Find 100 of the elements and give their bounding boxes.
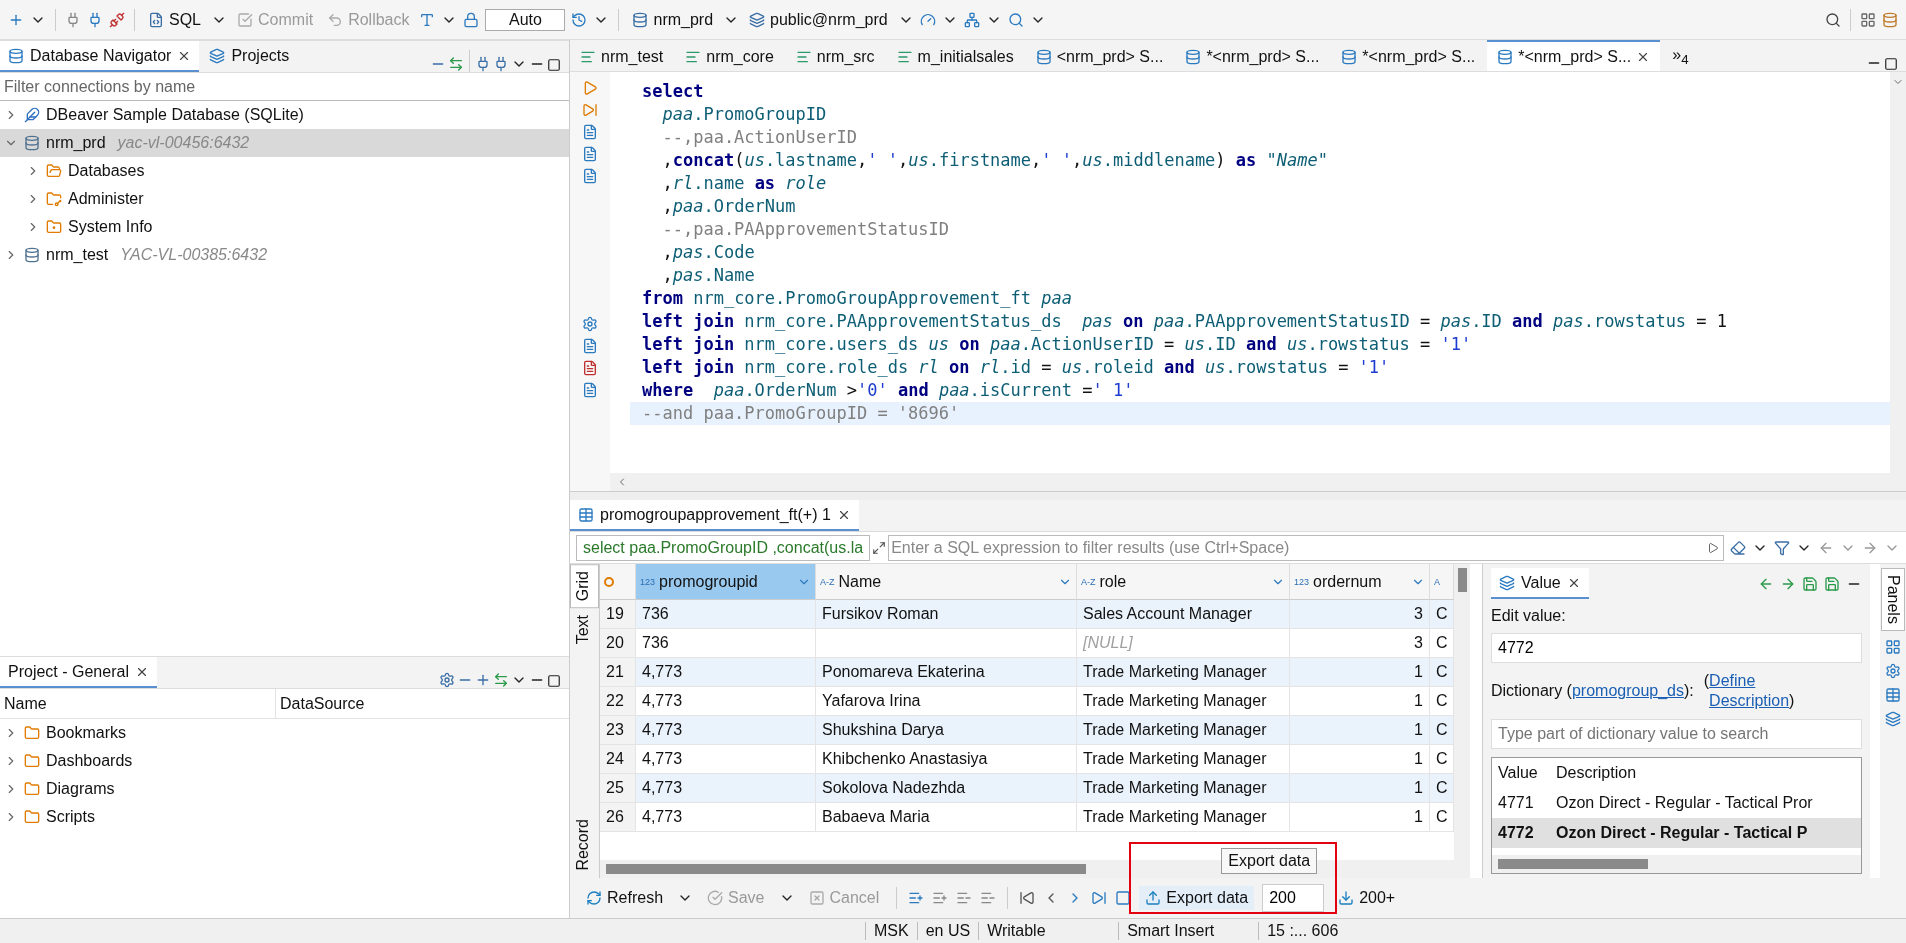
panel-tab[interactable]: Projects bbox=[201, 41, 298, 72]
delete-row-icon[interactable] bbox=[980, 890, 997, 906]
folder-icon[interactable] bbox=[24, 725, 40, 741]
play-icon[interactable] bbox=[582, 80, 598, 96]
filter-icon[interactable] bbox=[1774, 539, 1790, 556]
database-icon[interactable] bbox=[1882, 11, 1898, 28]
tree-item[interactable]: DBeaver Sample Database (SQLite) bbox=[0, 101, 569, 129]
save-icon[interactable] bbox=[1824, 575, 1840, 592]
delete-row-icon[interactable] bbox=[956, 890, 973, 906]
panel-tab[interactable]: Value bbox=[1491, 568, 1589, 599]
grid-icon[interactable] bbox=[1885, 638, 1901, 655]
tree-item[interactable]: Scripts bbox=[0, 803, 569, 831]
maximize-icon[interactable] bbox=[1884, 57, 1898, 71]
column-header[interactable]: A bbox=[1430, 564, 1454, 600]
export-button[interactable]: Export data bbox=[1139, 886, 1255, 910]
dictionary-search-field[interactable]: Type part of dictionary value to search bbox=[1491, 719, 1862, 749]
lock-icon[interactable] bbox=[463, 11, 480, 28]
network-icon[interactable] bbox=[963, 11, 980, 28]
view-tab[interactable]: Record bbox=[570, 812, 599, 878]
maximize-icon[interactable] bbox=[547, 674, 561, 688]
maximize-icon[interactable] bbox=[547, 58, 561, 72]
editor-tab[interactable]: nrm_src bbox=[785, 40, 885, 71]
plus-icon[interactable] bbox=[475, 672, 491, 688]
search-icon[interactable] bbox=[1825, 11, 1841, 28]
tree-item[interactable]: Administer bbox=[0, 185, 569, 213]
gear-icon[interactable] bbox=[582, 316, 598, 332]
first-icon[interactable] bbox=[1019, 890, 1036, 906]
connection-button[interactable]: nrm_prd bbox=[628, 8, 718, 31]
text-icon[interactable] bbox=[419, 11, 436, 28]
folder-icon[interactable] bbox=[46, 163, 62, 179]
document-icon[interactable] bbox=[582, 168, 598, 184]
tree-item[interactable]: Bookmarks bbox=[0, 719, 569, 747]
folder-icon[interactable] bbox=[24, 753, 40, 769]
plug-icon[interactable] bbox=[87, 11, 103, 28]
tree-item[interactable]: Dashboards bbox=[0, 747, 569, 775]
value-field[interactable]: 4772 bbox=[1491, 633, 1862, 663]
gear-icon[interactable] bbox=[1885, 662, 1901, 679]
frame-icon[interactable] bbox=[1115, 890, 1132, 906]
panel-tab[interactable]: Database Navigator bbox=[0, 41, 200, 72]
run-icon[interactable] bbox=[582, 102, 598, 118]
database-icon[interactable] bbox=[24, 135, 40, 151]
editor-tab[interactable]: *<nrm_prd> S... bbox=[1175, 40, 1330, 71]
document-icon[interactable] bbox=[582, 146, 598, 162]
folder-icon[interactable] bbox=[24, 781, 40, 797]
define-description-link[interactable]: Define Description bbox=[1709, 671, 1790, 711]
filter-field[interactable]: Enter a SQL expression to filter results (use Ctrl+Space) bbox=[888, 534, 1724, 561]
tree-item[interactable]: Diagrams bbox=[0, 775, 569, 803]
editor-tab[interactable]: m_initialsales bbox=[886, 40, 1024, 71]
editor-tab[interactable]: <nrm_prd> S... bbox=[1025, 40, 1174, 71]
plug-icon[interactable] bbox=[65, 11, 81, 28]
add-row-icon[interactable] bbox=[932, 890, 949, 906]
schema-button[interactable]: public@nrm_prd bbox=[745, 8, 892, 31]
gauge-icon[interactable] bbox=[919, 11, 936, 28]
editor-tab[interactable]: *<nrm_prd> S... bbox=[1487, 40, 1661, 71]
eraser-icon[interactable] bbox=[1730, 539, 1746, 556]
last-icon[interactable] bbox=[1091, 890, 1108, 906]
gear-icon[interactable] bbox=[439, 672, 455, 688]
view-tab[interactable]: Grid bbox=[570, 564, 599, 609]
fetch-all-button[interactable]: 200+ bbox=[1332, 886, 1402, 910]
play-icon[interactable] bbox=[1707, 541, 1719, 554]
tree-item[interactable]: System Info bbox=[0, 213, 569, 241]
sql-button[interactable]: SQL bbox=[144, 8, 205, 31]
refresh-button[interactable]: Refresh bbox=[580, 886, 670, 910]
editor-tab[interactable]: nrm_core bbox=[675, 40, 784, 71]
tree-item[interactable]: nrm_prd yac-vl-00456:6432 bbox=[0, 129, 569, 157]
save-icon[interactable] bbox=[1802, 575, 1818, 592]
fetch-size-field[interactable]: 200 bbox=[1262, 884, 1325, 912]
tree-item[interactable]: nrm_test YAC-VL-00385:6432 bbox=[0, 241, 569, 269]
editor-tab[interactable]: *<nrm_prd> S... bbox=[1331, 40, 1486, 71]
expand-icon[interactable] bbox=[872, 540, 887, 555]
document-icon[interactable] bbox=[582, 382, 598, 398]
link-icon[interactable] bbox=[448, 56, 464, 72]
dictionary-row[interactable]: 4772 Ozon Direct - Regular - Tactical P bbox=[1492, 818, 1861, 848]
column-header: Description bbox=[1555, 764, 1638, 782]
history-icon[interactable] bbox=[571, 11, 588, 28]
dictionary-row[interactable]: 4771 Ozon Direct - Regular - Tactical Pror bbox=[1492, 788, 1861, 818]
editor-tab[interactable]: nrm_test bbox=[570, 40, 674, 71]
database-icon[interactable] bbox=[24, 247, 40, 263]
mode-field[interactable]: Auto bbox=[485, 8, 566, 31]
search-icon[interactable] bbox=[1007, 11, 1024, 28]
document-icon[interactable] bbox=[582, 338, 598, 354]
document-icon[interactable] bbox=[582, 360, 598, 376]
document-icon[interactable] bbox=[582, 124, 598, 140]
add-row-icon[interactable] bbox=[908, 890, 925, 906]
unplug-icon[interactable] bbox=[109, 11, 125, 28]
grid-icon[interactable] bbox=[1860, 11, 1876, 28]
tree-item[interactable]: Databases bbox=[0, 157, 569, 185]
folder-key-icon[interactable] bbox=[46, 191, 62, 207]
plug-icon[interactable] bbox=[475, 56, 491, 72]
plug-icon[interactable] bbox=[493, 56, 509, 72]
panels-tab[interactable]: Panels bbox=[1881, 568, 1905, 631]
view-tab[interactable]: Text bbox=[570, 608, 599, 652]
panel-tab[interactable]: Project - General bbox=[0, 657, 157, 688]
more-tabs-button[interactable]: »$_{4}$ bbox=[1662, 40, 1699, 71]
table-icon[interactable] bbox=[1885, 686, 1901, 703]
layers-icon[interactable] bbox=[1885, 710, 1901, 727]
result-tab[interactable]: promogroupapprovement_ft(+) 1 bbox=[570, 500, 859, 531]
folder-icon[interactable] bbox=[24, 809, 40, 825]
dictionary-link[interactable]: promogroup_ds bbox=[1571, 682, 1684, 699]
feather-icon[interactable] bbox=[24, 107, 40, 123]
